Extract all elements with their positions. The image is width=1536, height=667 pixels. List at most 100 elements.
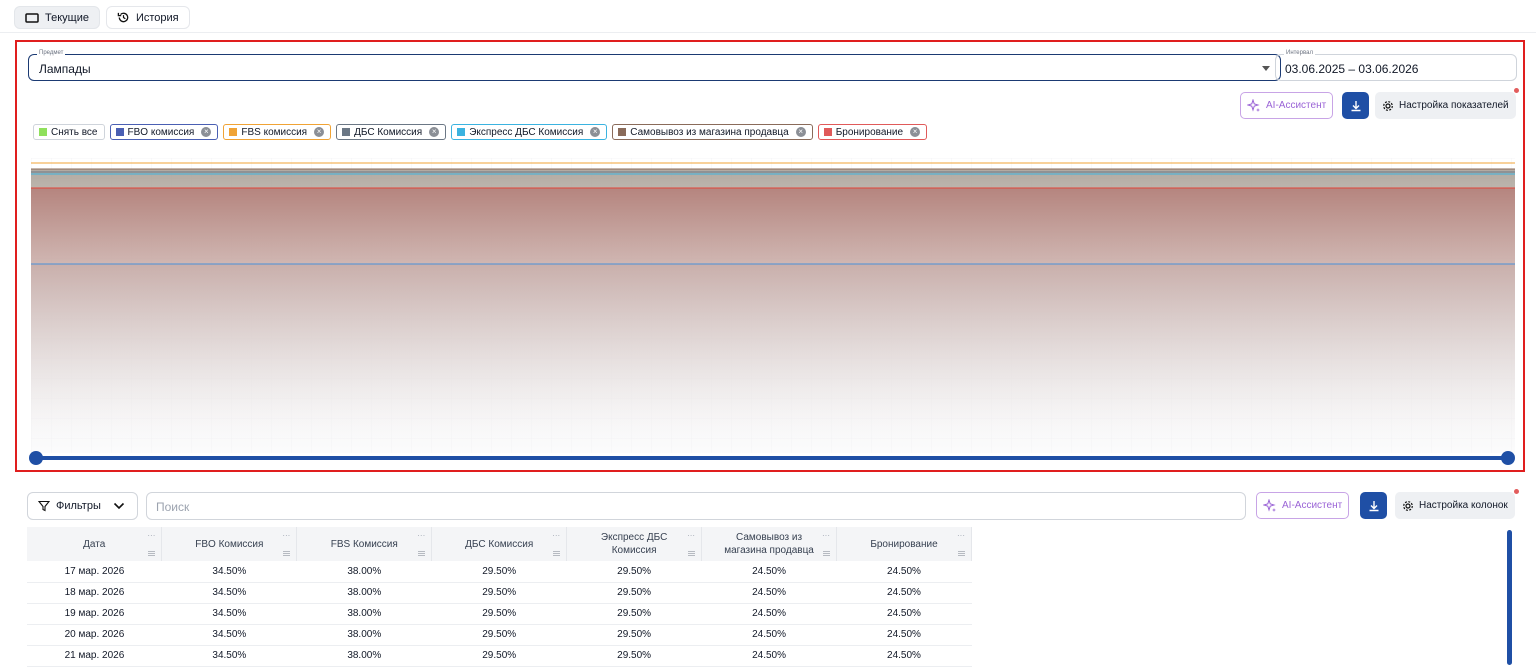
series-area — [31, 188, 1515, 453]
table-columns-settings-label: Настройка колонок — [1419, 500, 1508, 511]
table-ai-assistant-button[interactable]: AI-Ассистент — [1256, 492, 1350, 519]
table-columns-settings-button[interactable]: Настройка колонок — [1395, 492, 1515, 519]
table-row[interactable]: 19 мар. 2026 34.50% 38.00% 29.50% 29.50% 24.5… — [27, 603, 972, 625]
table-cell: 24.50% — [836, 603, 972, 625]
legend-chip[interactable]: Самовывоз из магазина продавца × — [612, 124, 813, 140]
subject-select[interactable]: Предмет Лампады — [28, 50, 1281, 81]
close-icon[interactable]: × — [795, 127, 806, 137]
notification-dot — [1514, 88, 1519, 93]
range-slider-end-handle[interactable] — [1501, 451, 1515, 465]
column-menu-icon[interactable]: ··· — [147, 529, 155, 542]
legend-chip[interactable]: FBO комиссия × — [109, 124, 219, 140]
column-filter-icon[interactable] — [553, 551, 561, 556]
table-cell: 29.50% — [566, 603, 702, 625]
interval-picker[interactable]: Интервал 03.06.2025 – 03.06.2026 — [1275, 50, 1517, 81]
chart-ai-assistant-label: AI-Ассистент — [1266, 100, 1327, 111]
column-menu-icon[interactable]: ··· — [417, 529, 425, 542]
gear-icon — [1403, 500, 1413, 511]
download-icon — [1369, 500, 1378, 511]
column-header[interactable]: Дата ··· — [27, 527, 163, 561]
table-header-row: Дата ··· FBO Комиссия ··· FBS Комиссия ··· ДБС… — [27, 527, 972, 561]
caret-down-icon[interactable] — [1262, 66, 1270, 71]
table-cell: 38.00% — [296, 582, 432, 604]
column-header[interactable]: FBS Комиссия ··· — [296, 527, 433, 561]
table-cell: 29.50% — [431, 624, 567, 646]
legend-chip[interactable]: Экспресс ДБС Комиссия × — [451, 124, 608, 140]
column-menu-icon[interactable]: ··· — [957, 529, 965, 542]
table-cell: 38.00% — [296, 603, 432, 625]
funnel-icon — [38, 500, 50, 512]
chart-ai-assistant-button[interactable]: AI-Ассистент — [1240, 92, 1334, 119]
legend-swatch — [618, 128, 627, 136]
table-cell: 24.50% — [836, 624, 972, 646]
column-header[interactable]: ДБС Комиссия ··· — [431, 527, 568, 561]
column-menu-icon[interactable]: ··· — [552, 529, 560, 542]
legend-label: FBS комиссия — [241, 126, 308, 138]
legend-chip[interactable]: Снять все — [33, 124, 105, 140]
table-row[interactable]: 20 мар. 2026 34.50% 38.00% 29.50% 29.50% 24.5… — [27, 624, 972, 646]
table-cell: 24.50% — [836, 645, 972, 667]
search-input[interactable]: Поиск — [146, 492, 1246, 520]
table-cell: 17 мар. 2026 — [27, 561, 162, 583]
column-filter-icon[interactable] — [283, 551, 291, 556]
tab-history[interactable]: История — [105, 6, 190, 29]
interval-value: 03.06.2025 – 03.06.2026 — [1285, 62, 1419, 76]
interval-label: Интервал — [1284, 50, 1315, 56]
table-cell: 24.50% — [836, 582, 972, 604]
range-slider-track[interactable] — [35, 456, 1509, 460]
close-icon[interactable]: × — [314, 127, 325, 137]
filters-button[interactable]: Фильтры — [27, 492, 138, 520]
table-scrollbar[interactable] — [1507, 530, 1512, 665]
table-row[interactable]: 18 мар. 2026 34.50% 38.00% 29.50% 29.50% 24.5… — [27, 582, 972, 604]
legend-chip[interactable]: Бронирование × — [817, 124, 928, 140]
column-filter-icon[interactable] — [148, 551, 156, 556]
column-filter-icon[interactable] — [958, 551, 965, 556]
table-cell: 24.50% — [836, 561, 972, 583]
column-filter-icon[interactable] — [823, 551, 830, 556]
chevron-down-icon — [113, 502, 124, 510]
column-filter-icon[interactable] — [418, 551, 426, 556]
close-icon[interactable]: × — [590, 127, 601, 137]
chart-settings-button[interactable]: Настройка показателей — [1375, 92, 1516, 119]
range-slider-start-handle[interactable] — [29, 451, 43, 465]
legend-chip[interactable]: FBS комиссия × — [223, 124, 332, 140]
column-header[interactable]: Бронирование ··· — [836, 527, 972, 561]
column-header-label: FBO Комиссия — [195, 538, 264, 550]
column-menu-icon[interactable]: ··· — [282, 529, 290, 542]
close-icon[interactable]: × — [201, 127, 212, 137]
column-header[interactable]: Самовывоз из магазина продавца ··· — [701, 527, 837, 561]
chart-range-slider[interactable] — [29, 450, 1515, 466]
legend-swatch — [115, 128, 124, 136]
table-cell: 18 мар. 2026 — [27, 582, 162, 604]
table-cell: 34.50% — [161, 561, 297, 583]
chart-panel: Предмет Лампады Интервал 03.06.2025 – 03… — [15, 40, 1525, 472]
legend-chip[interactable]: ДБС Комиссия × — [336, 124, 447, 140]
table-cell: 29.50% — [431, 561, 567, 583]
subject-label: Предмет — [37, 50, 66, 56]
sparkle-icon — [1247, 98, 1260, 112]
tab-current[interactable]: Текущие — [14, 6, 100, 29]
table-cell: 24.50% — [701, 645, 837, 667]
table-cell: 29.50% — [566, 624, 702, 646]
table-cell: 34.50% — [161, 603, 297, 625]
close-icon[interactable]: × — [429, 127, 440, 137]
column-filter-icon[interactable] — [688, 551, 696, 556]
table-row[interactable]: 21 мар. 2026 34.50% 38.00% 29.50% 29.50% 24.5… — [27, 645, 972, 667]
tab-history-label: История — [135, 11, 179, 24]
table-cell: 38.00% — [296, 624, 432, 646]
column-header[interactable]: Экспресс ДБС Комиссия ··· — [566, 527, 703, 561]
table-row[interactable]: 17 мар. 2026 34.50% 38.00% 29.50% 29.50% 24.5… — [27, 561, 972, 583]
chart-settings-label: Настройка показателей — [1399, 100, 1509, 111]
sparkle-icon — [1263, 498, 1276, 512]
history-icon — [117, 12, 129, 23]
chart-download-button[interactable] — [1342, 92, 1369, 119]
close-icon[interactable]: × — [910, 127, 921, 137]
tab-current-label: Текущие — [45, 11, 89, 24]
column-header-label: Экспресс ДБС Комиссия — [600, 532, 668, 556]
column-header[interactable]: FBO Комиссия ··· — [161, 527, 298, 561]
notification-dot — [1514, 489, 1519, 494]
column-menu-icon[interactable]: ··· — [822, 529, 830, 542]
column-menu-icon[interactable]: ··· — [687, 529, 695, 542]
chart-legend: Снять все FBO комиссия × FBS комиссия × ДБС К… — [33, 124, 928, 140]
table-download-button[interactable] — [1360, 492, 1387, 519]
